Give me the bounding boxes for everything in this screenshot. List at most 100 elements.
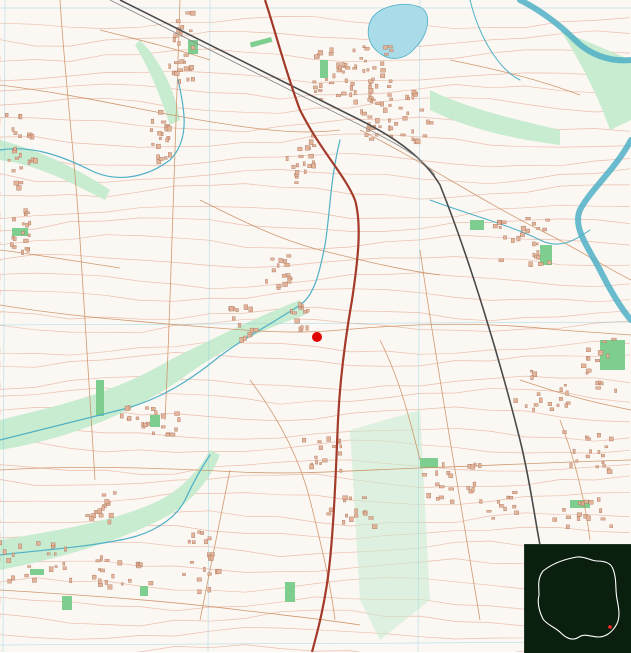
building [22, 222, 25, 226]
building [350, 81, 355, 86]
building [311, 144, 317, 147]
building [535, 242, 539, 246]
building [448, 487, 454, 491]
building [204, 539, 208, 545]
building [94, 510, 99, 514]
building [177, 41, 181, 46]
building [586, 368, 592, 373]
building [318, 445, 323, 450]
building [353, 90, 357, 96]
building [572, 448, 576, 454]
building [24, 573, 29, 578]
building [532, 407, 535, 412]
topographic-map[interactable] [0, 0, 631, 653]
building [338, 451, 342, 456]
building [585, 435, 589, 439]
building [237, 323, 242, 328]
building [253, 328, 259, 333]
building [536, 227, 541, 230]
building [609, 436, 614, 442]
building [581, 501, 585, 506]
building [203, 567, 206, 572]
building [348, 496, 353, 500]
building [174, 61, 180, 65]
building [336, 93, 341, 97]
building [402, 116, 408, 121]
building [313, 85, 318, 90]
building [311, 163, 316, 169]
building [302, 437, 307, 443]
inset-location-marker [608, 625, 612, 629]
building [104, 499, 110, 505]
building [295, 170, 300, 175]
building [7, 159, 11, 162]
building [595, 359, 600, 363]
building [450, 499, 455, 504]
building [282, 259, 287, 264]
building [54, 552, 57, 556]
building [175, 19, 181, 24]
building [117, 560, 123, 566]
building [364, 47, 370, 51]
building [308, 153, 314, 159]
building [174, 71, 180, 76]
building [520, 232, 525, 237]
building [530, 369, 534, 373]
building [367, 98, 372, 102]
building [597, 433, 601, 438]
building [54, 565, 58, 568]
building [498, 258, 504, 262]
building [187, 539, 191, 544]
building [601, 461, 605, 465]
building [309, 464, 314, 470]
building [270, 257, 275, 261]
building [375, 83, 379, 89]
building [152, 431, 155, 435]
building [585, 372, 589, 375]
building [183, 61, 186, 64]
building [95, 559, 101, 563]
building [107, 519, 112, 525]
building [406, 111, 410, 116]
building [189, 561, 194, 564]
building [426, 119, 430, 125]
location-marker[interactable] [312, 332, 322, 342]
building [301, 306, 305, 310]
building [164, 156, 168, 160]
building [154, 410, 158, 415]
building [149, 128, 153, 132]
building [512, 491, 518, 495]
building [384, 53, 389, 56]
building [328, 81, 335, 85]
building [282, 281, 288, 287]
building [111, 573, 115, 579]
building [62, 562, 66, 566]
building [429, 121, 434, 125]
building [586, 347, 591, 352]
building [322, 458, 328, 463]
building [100, 568, 105, 573]
building [21, 231, 25, 235]
building [556, 403, 560, 407]
building [511, 238, 515, 243]
building [364, 59, 367, 63]
building [101, 505, 105, 511]
building [359, 57, 363, 60]
building [161, 413, 166, 419]
building [367, 115, 373, 119]
building [532, 221, 536, 226]
building [332, 73, 336, 79]
building [503, 506, 507, 512]
building [611, 337, 617, 341]
building [368, 87, 374, 94]
building [180, 25, 185, 30]
building [435, 482, 440, 486]
building [28, 220, 32, 226]
building [307, 164, 312, 168]
building [549, 407, 555, 412]
building [421, 473, 427, 477]
building [362, 496, 367, 500]
building [276, 263, 280, 268]
building [604, 445, 609, 449]
building [369, 137, 375, 141]
